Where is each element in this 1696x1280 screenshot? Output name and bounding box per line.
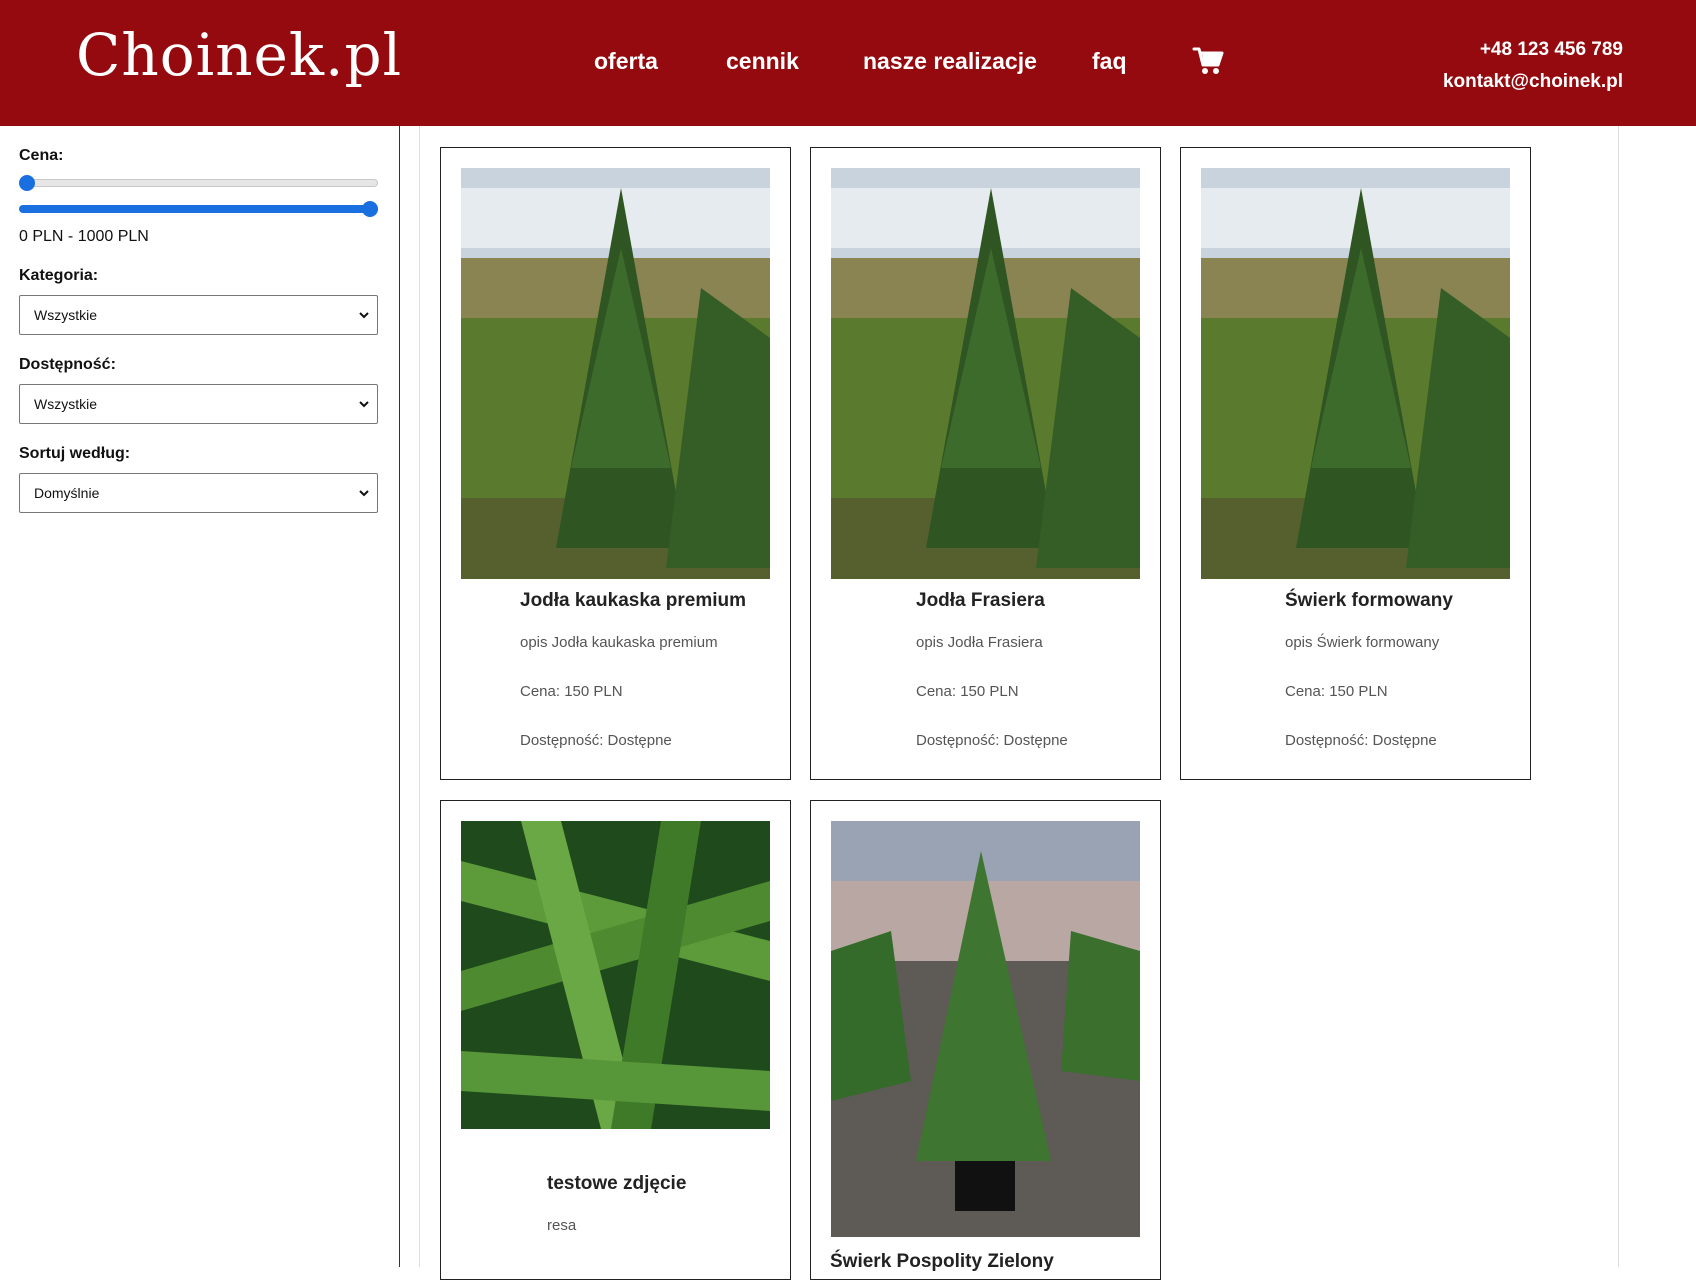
price-max-slider-track[interactable] [19, 205, 378, 213]
product-card[interactable]: Jodła Frasiera opis Jodła Frasiera Cena:… [810, 147, 1161, 780]
product-title[interactable]: Świerk Pospolity Zielony [830, 1251, 1054, 1273]
chevron-down-icon [359, 312, 369, 319]
price-range-text: 0 PLN - 1000 PLN [19, 228, 149, 245]
availability-select-value: Wszystkie [34, 396, 97, 412]
product-image[interactable] [831, 821, 1140, 1237]
product-price: Cena: 150 PLN [520, 683, 623, 700]
product-image[interactable] [461, 821, 770, 1129]
nav-faq[interactable]: faq [1092, 45, 1127, 77]
product-image[interactable] [461, 168, 770, 579]
product-description: resa [547, 1217, 577, 1234]
product-title[interactable]: testowe zdjęcie [547, 1173, 686, 1195]
product-price: Cena: 150 PLN [916, 683, 1019, 700]
category-select[interactable]: Wszystkie [19, 295, 378, 335]
price-min-slider-track[interactable] [19, 179, 378, 187]
contact-email[interactable]: kontakt@choinek.pl [1443, 66, 1623, 98]
product-availability: Dostępność: Dostępne [520, 732, 672, 749]
nav-nasze-realizacje[interactable]: nasze realizacje [863, 45, 1037, 77]
sort-select[interactable]: Domyślnie [19, 473, 378, 513]
site-logo[interactable]: Choinek.pl [76, 26, 402, 84]
contact-phone[interactable]: +48 123 456 789 [1443, 34, 1623, 66]
nav-oferta[interactable]: oferta [594, 45, 658, 77]
nav-cennik[interactable]: cennik [726, 45, 799, 77]
product-image[interactable] [1201, 168, 1510, 579]
sort-label: Sortuj według: [19, 445, 131, 462]
product-image[interactable] [831, 168, 1140, 579]
category-filter-label: Kategoria: [19, 267, 99, 284]
product-title[interactable]: Jodła kaukaska premium [520, 590, 746, 612]
product-title[interactable]: Jodła Frasiera [916, 590, 1045, 612]
price-filter-label: Cena: [19, 147, 64, 164]
availability-filter-label: Dostępność: [19, 356, 116, 373]
availability-select[interactable]: Wszystkie [19, 384, 378, 424]
product-title[interactable]: Świerk formowany [1285, 590, 1453, 612]
category-select-value: Wszystkie [34, 307, 97, 323]
product-card[interactable]: Jodła kaukaska premium opis Jodła kaukas… [440, 147, 791, 780]
product-card[interactable]: testowe zdjęcie resa [440, 800, 791, 1280]
chevron-down-icon [359, 401, 369, 408]
site-header: Choinek.pl oferta cennik nasze realizacj… [0, 0, 1696, 126]
chevron-down-icon [359, 490, 369, 497]
sort-select-value: Domyślnie [34, 485, 100, 501]
product-card[interactable]: Świerk Pospolity Zielony [810, 800, 1161, 1280]
product-availability: Dostępność: Dostępne [1285, 732, 1437, 749]
cart-icon[interactable] [1192, 46, 1224, 76]
product-price: Cena: 150 PLN [1285, 683, 1388, 700]
price-min-slider-thumb[interactable] [19, 175, 35, 191]
price-max-slider-thumb[interactable] [362, 201, 378, 217]
product-availability: Dostępność: Dostępne [916, 732, 1068, 749]
product-description: opis Jodła Frasiera [916, 634, 1043, 651]
product-description: opis Świerk formowany [1285, 634, 1440, 651]
filter-sidebar: Cena: 0 PLN - 1000 PLN Kategoria: Wszyst… [0, 126, 400, 1267]
contact-info: +48 123 456 789 kontakt@choinek.pl [1443, 34, 1623, 98]
product-card[interactable]: Świerk formowany opis Świerk formowany C… [1180, 147, 1531, 780]
product-description: opis Jodła kaukaska premium [520, 634, 718, 651]
